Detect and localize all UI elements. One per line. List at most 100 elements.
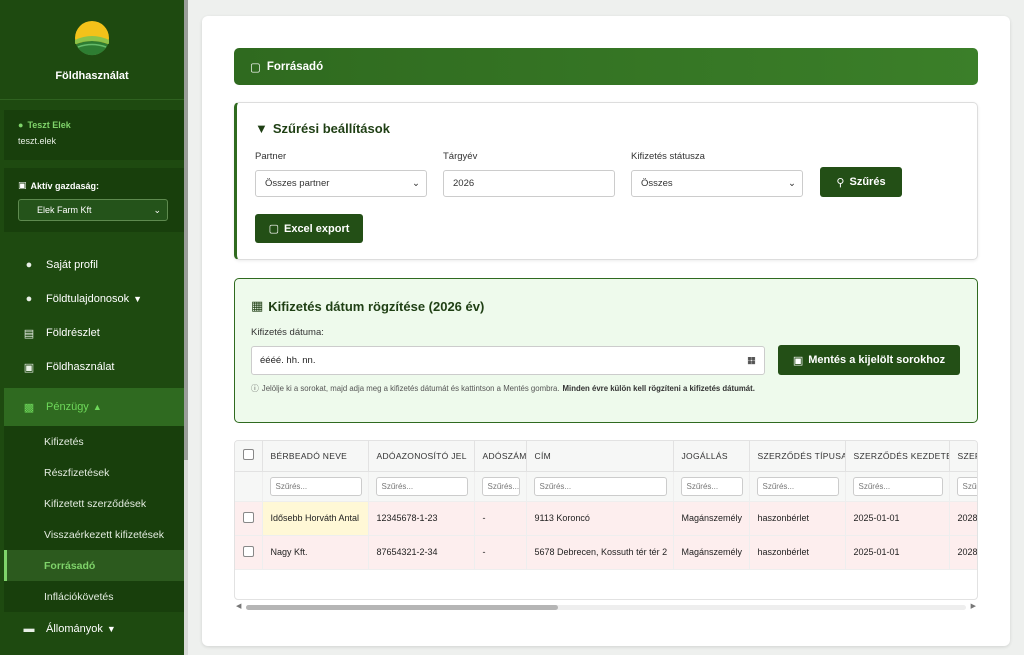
column-filter-input[interactable]: Szűrés...: [481, 476, 520, 496]
scroll-right-icon[interactable]: ▶: [971, 602, 976, 610]
select-all-header: [235, 441, 263, 472]
year-input[interactable]: 2026: [443, 170, 615, 197]
column-header[interactable]: Bérbeadó neve: [262, 441, 369, 472]
brand: Földhasználat: [0, 0, 184, 100]
column-filter-input[interactable]: Szűrés...: [680, 476, 743, 496]
sidebar-item-label: Földhasználat: [46, 361, 115, 373]
excel-export-button[interactable]: ▢ Excel export: [255, 214, 363, 243]
submenu-item-partial-payments[interactable]: Részfizetések: [4, 457, 184, 488]
cell-status: Magánszemély: [673, 501, 750, 536]
scroll-left-icon[interactable]: ◀: [236, 602, 241, 610]
filter-cell: [235, 471, 263, 502]
cell-tax-id: 12345678-1-23: [368, 501, 475, 536]
select-all-checkbox[interactable]: [243, 449, 254, 461]
hint-bold-text: Minden évre külön kell rögzíteni a kifiz…: [562, 384, 755, 393]
status-select[interactable]: Összes ⌄: [631, 170, 803, 197]
payment-hint: ⓘ Jelölje ki a sorokat, majd adja meg a …: [251, 383, 755, 394]
cell-name: Idősebb Horváth Antal: [262, 501, 369, 536]
table-header-row: Bérbeadó neve Adóazonosító jel Adószám C…: [235, 441, 977, 472]
column-header[interactable]: Adóazonosító jel: [368, 441, 475, 472]
sidebar-item-landowners[interactable]: ● Földtulajdonosok ▼: [4, 282, 184, 316]
column-filter-input[interactable]: Szűrés...: [269, 476, 362, 496]
sidebar-item-label: Saját profil: [46, 259, 98, 271]
sidebar-item-parcel[interactable]: ▤ Földrészlet: [4, 316, 184, 350]
chevron-down-icon: ⌄: [153, 204, 161, 215]
column-header[interactable]: Cím: [526, 441, 674, 472]
filter-title-text: Szűrési beállítások: [272, 121, 390, 136]
user-circle-icon: ●: [25, 259, 33, 271]
search-icon: ⚲: [836, 176, 845, 189]
column-filter-input[interactable]: Szűrés...: [756, 476, 839, 496]
submenu-item-inflation-tracking[interactable]: Inflációkövetés: [4, 581, 184, 612]
submenu-item-paid-contracts[interactable]: Kifizetett szerződések: [4, 488, 184, 519]
map-icon: ▤: [23, 327, 35, 340]
table-row[interactable]: Idősebb Horváth Antal 12345678-1-23 - 91…: [235, 501, 977, 536]
user-name-label: Teszt Elek: [27, 120, 71, 130]
sidebar-scrollbar-thumb[interactable]: [184, 0, 188, 460]
logo-icon: [75, 21, 109, 56]
submenu-item-payment[interactable]: Kifizetés: [4, 426, 184, 457]
sidebar-item-stocks[interactable]: ▬ Állományok ▼: [4, 612, 184, 646]
row-checkbox[interactable]: [243, 511, 254, 523]
column-header[interactable]: Szerződés típusa: [749, 441, 846, 472]
filter-card-title: ▼ Szűrési beállítások: [255, 121, 390, 136]
filter-row: Szűrés... Szűrés... Szűrés... Szűrés... …: [235, 471, 977, 502]
sidebar-item-finance[interactable]: ▩ Pénzügy ▲: [4, 388, 184, 426]
hint-text: Jelölje ki a sorokat, majd adja meg a ki…: [261, 384, 560, 393]
save-selected-button[interactable]: ▣ Mentés a kijelölt sorokhoz: [778, 345, 960, 375]
user-name[interactable]: ● Teszt Elek: [18, 120, 170, 130]
cell-tax-no: -: [474, 501, 527, 536]
scrollbar-thumb[interactable]: [246, 605, 558, 610]
row-checkbox[interactable]: [243, 545, 254, 557]
filter-button[interactable]: ⚲ Szűrés: [820, 167, 902, 197]
page-header: ▢ Forrásadó: [234, 48, 978, 85]
cell-end: 2028: [949, 501, 977, 536]
sidebar-scrollbar[interactable]: [184, 0, 188, 655]
submenu-item-withholding-tax[interactable]: Forrásadó: [4, 550, 184, 581]
payment-card-title: ▦ Kifizetés dátum rögzítése (2026 év): [251, 298, 484, 314]
excel-export-label: Excel export: [283, 222, 350, 235]
payment-title-text: Kifizetés dátum rögzítése (2026 év): [268, 298, 485, 314]
column-header[interactable]: Adószám: [474, 441, 527, 472]
active-farm-select[interactable]: Elek Farm Kft ⌄: [18, 199, 168, 221]
partner-label: Partner: [255, 151, 287, 162]
cell-address: 9113 Koroncó: [526, 501, 674, 536]
brand-name: Földhasználat: [55, 70, 129, 82]
column-filter-input[interactable]: Szűrés...: [956, 476, 977, 496]
payment-date-input[interactable]: éééé. hh. nn. ▦: [251, 346, 765, 375]
cell-start: 2025-01-01: [845, 535, 950, 570]
submenu-item-returned-payments[interactable]: Visszaérkezett kifizetések: [4, 519, 184, 550]
sidebar-item-profile[interactable]: ● Saját profil: [4, 248, 184, 282]
save-selected-label: Mentés a kijelölt sorokhoz: [808, 354, 946, 366]
column-header[interactable]: Szerződés kezdete: [845, 441, 950, 472]
column-filter-input[interactable]: Szűrés...: [852, 476, 943, 496]
filter-button-label: Szűrés: [849, 176, 886, 188]
excel-file-icon: ▢: [268, 223, 279, 235]
year-label: Tárgyév: [443, 151, 478, 162]
user-icon: ●: [18, 120, 24, 130]
table-horizontal-scrollbar[interactable]: ◀ ▶: [234, 602, 978, 612]
cell-tax-no: -: [474, 535, 527, 570]
column-filter-input[interactable]: Szűrés...: [375, 476, 468, 496]
sidebar-item-landuse[interactable]: ▣ Földhasználat: [4, 350, 184, 384]
sidebar: Földhasználat ● Teszt Elek teszt.elek ▣ …: [0, 0, 184, 655]
payment-date-card: ▦ Kifizetés dátum rögzítése (2026 év) Ki…: [234, 278, 978, 423]
column-header[interactable]: Jogállás: [673, 441, 750, 472]
cell-type: haszonbérlet: [749, 501, 846, 536]
active-farm-label-text: Aktív gazdaság:: [30, 180, 100, 191]
sidebar-item-label: Földtulajdonosok: [46, 293, 130, 305]
chevron-down-icon: ▼: [133, 294, 143, 304]
chevron-down-icon: ⌄: [412, 178, 420, 189]
column-header[interactable]: Szer: [949, 441, 977, 472]
table-row[interactable]: Nagy Kft. 87654321-2-34 - 5678 Debrecen,…: [235, 535, 977, 570]
active-farm-value: Elek Farm Kft: [37, 205, 92, 215]
status-select-value: Összes: [641, 178, 673, 189]
sidebar-item-label: Pénzügy: [46, 401, 89, 413]
filter-card: ▼ Szűrési beállítások Partner Összes par…: [234, 102, 978, 260]
partner-select-value: Összes partner: [265, 178, 330, 189]
users-icon: ●: [25, 293, 33, 305]
cell-start: 2025-01-01: [845, 501, 950, 536]
column-filter-input[interactable]: Szűrés...: [533, 476, 667, 496]
chevron-up-icon: ▲: [92, 402, 102, 412]
partner-select[interactable]: Összes partner ⌄: [255, 170, 427, 197]
